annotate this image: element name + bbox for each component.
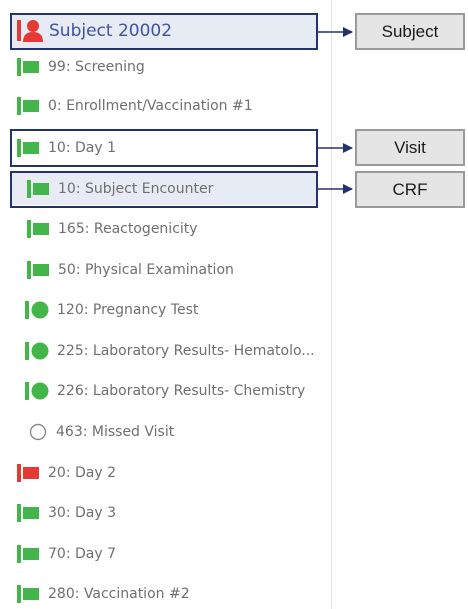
- tree-item-label: 0: Enrollment/Vaccination #1: [48, 98, 253, 114]
- tree-item-vaccination-2[interactable]: 280: Vaccination #2: [10, 579, 316, 609]
- flag-icon: [17, 58, 39, 76]
- flag-icon: [17, 585, 39, 603]
- subject-tree: Subject 20002 99: Screening 0: Enrollmen…: [0, 0, 332, 609]
- tree-item-screening[interactable]: 99: Screening: [10, 52, 316, 82]
- tree-item-label: 280: Vaccination #2: [48, 586, 190, 602]
- tree-item-label: 50: Physical Examination: [58, 262, 234, 278]
- visit-callout-label: Visit: [394, 137, 426, 157]
- tree-item-day-2[interactable]: 20: Day 2: [10, 458, 316, 488]
- empty-circle-icon: [29, 423, 47, 441]
- flag-icon: [17, 504, 39, 522]
- tree-item-lab-hematology[interactable]: 225: Laboratory Results- Hematolo...: [10, 336, 316, 366]
- flag-icon: [27, 220, 49, 238]
- flag-red-icon: [17, 464, 39, 482]
- crf-frame: [10, 171, 318, 208]
- tree-item-label: 99: Screening: [48, 59, 145, 75]
- subject-callout: Subject: [355, 13, 465, 50]
- diagram: Subject 20002 99: Screening 0: Enrollmen…: [0, 0, 468, 609]
- tree-item-physical-examination[interactable]: 50: Physical Examination: [10, 255, 316, 285]
- tree-item-label: 225: Laboratory Results- Hematolo...: [57, 343, 315, 359]
- circle-bar-icon: [25, 382, 49, 400]
- visit-frame: [10, 129, 318, 167]
- tree-item-label: 120: Pregnancy Test: [57, 302, 199, 318]
- flag-icon: [17, 97, 39, 115]
- tree-item-label: 165: Reactogenicity: [58, 221, 198, 237]
- tree-item-label: 30: Day 3: [48, 505, 116, 521]
- circle-bar-icon: [25, 301, 49, 319]
- tree-item-label: 70: Day 7: [48, 546, 116, 562]
- subject-frame: [10, 13, 318, 50]
- tree-item-reactogenicity[interactable]: 165: Reactogenicity: [10, 214, 316, 244]
- crf-callout-label: CRF: [392, 179, 428, 199]
- visit-callout: Visit: [355, 129, 465, 166]
- crf-callout: CRF: [355, 171, 465, 208]
- tree-item-day-3[interactable]: 30: Day 3: [10, 498, 316, 528]
- flag-icon: [27, 261, 49, 279]
- flag-icon: [17, 545, 39, 563]
- tree-item-missed-visit[interactable]: 463: Missed Visit: [10, 417, 316, 447]
- subject-callout-label: Subject: [381, 21, 439, 41]
- tree-item-label: 463: Missed Visit: [56, 424, 175, 440]
- circle-bar-icon: [25, 342, 49, 360]
- tree-item-label: 20: Day 2: [48, 465, 116, 481]
- tree-item-enrollment[interactable]: 0: Enrollment/Vaccination #1: [10, 91, 316, 121]
- tree-item-lab-chemistry[interactable]: 226: Laboratory Results- Chemistry: [10, 376, 316, 406]
- tree-item-day-7[interactable]: 70: Day 7: [10, 539, 316, 569]
- tree-item-label: 226: Laboratory Results- Chemistry: [57, 383, 306, 399]
- tree-item-pregnancy-test[interactable]: 120: Pregnancy Test: [10, 295, 316, 325]
